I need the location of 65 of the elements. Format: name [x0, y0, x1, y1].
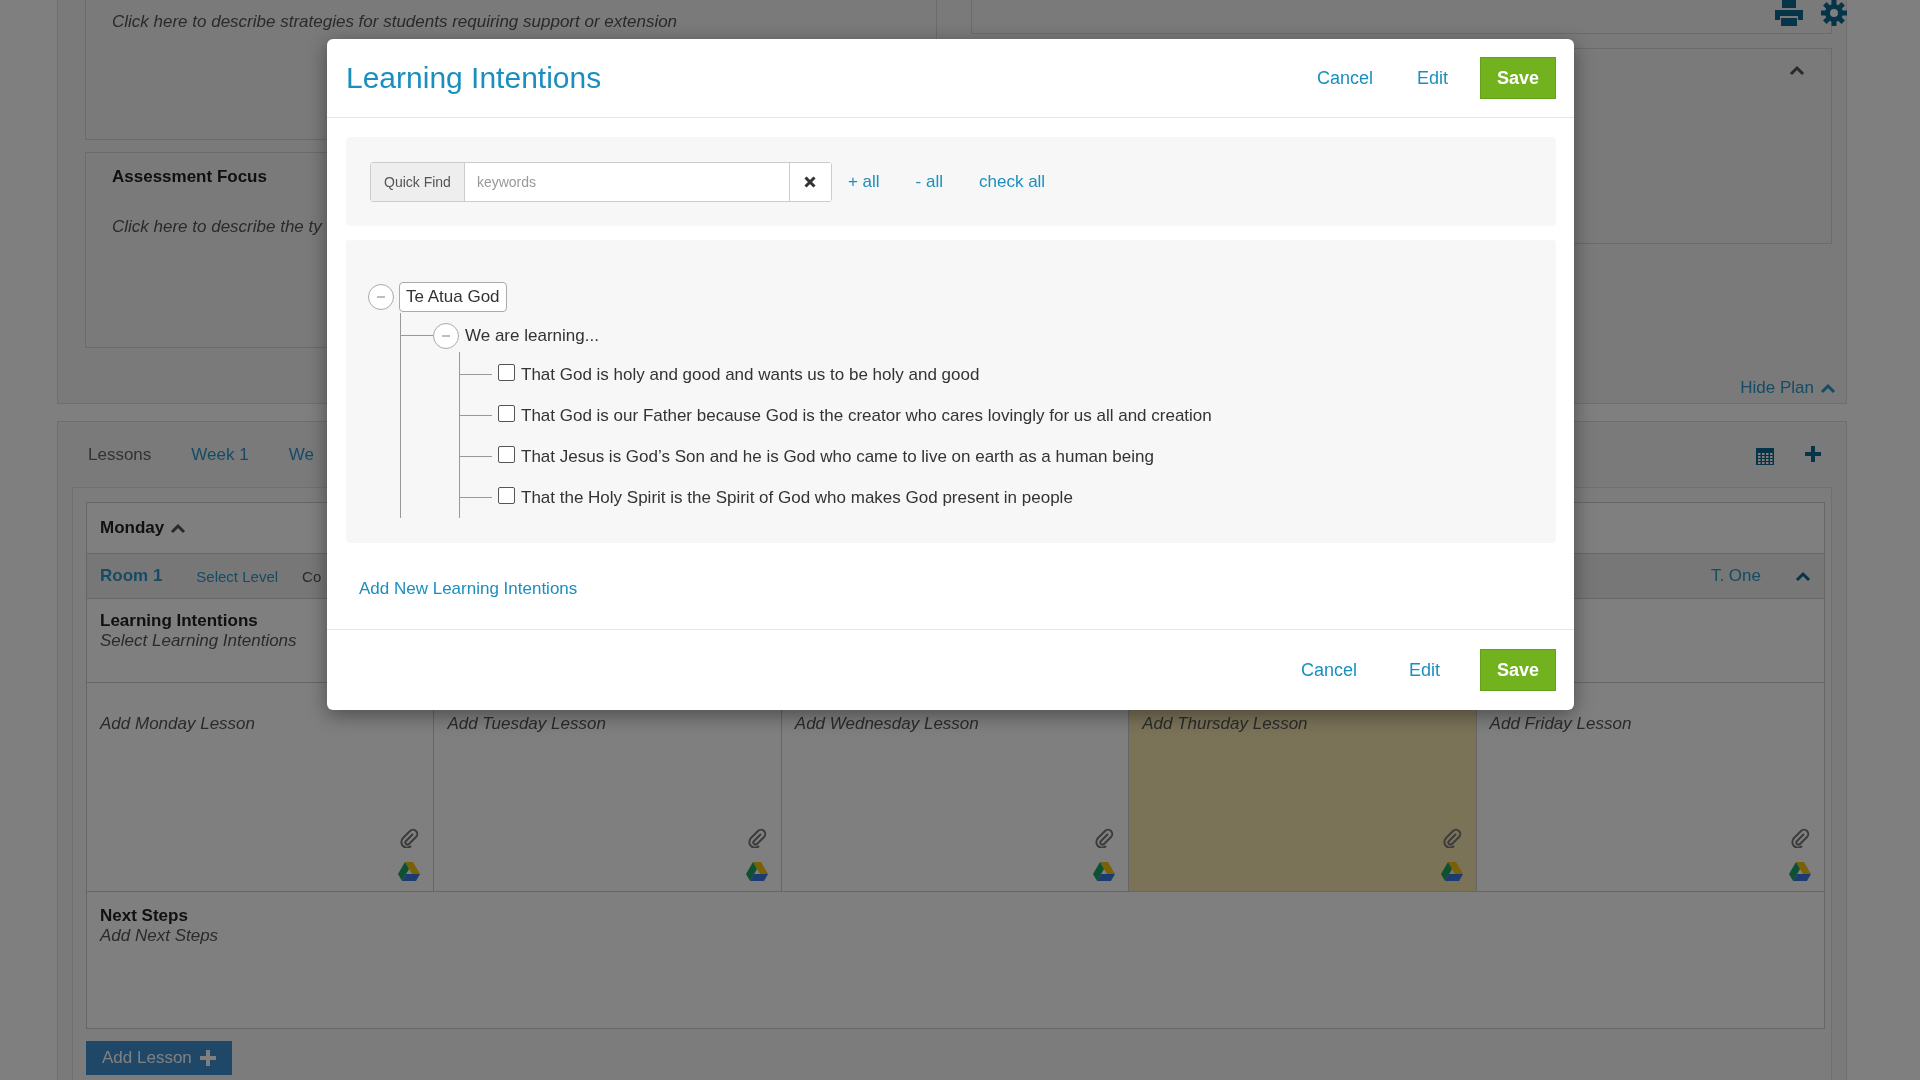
checkbox[interactable]	[498, 446, 515, 463]
drive-icon[interactable]	[1093, 862, 1116, 881]
save-button[interactable]: Save	[1479, 57, 1556, 99]
learning-intentions-placeholder[interactable]: Select Learning Intentions	[100, 631, 297, 651]
lesson-placeholder[interactable]: Add Monday Lesson	[100, 714, 255, 734]
add-lesson-button[interactable]: Add Lesson	[86, 1041, 232, 1075]
link-button[interactable]: Edit	[1404, 59, 1460, 97]
lesson-placeholder[interactable]: Add Thursday Lesson	[1142, 714, 1308, 734]
column-label: Co	[302, 567, 322, 585]
drive-icon[interactable]	[1789, 862, 1811, 881]
tree-category[interactable]: Te Atua God	[399, 281, 507, 312]
plus-icon	[199, 1050, 216, 1066]
link-button[interactable]: Cancel	[1304, 59, 1385, 97]
tab[interactable]: We	[288, 444, 314, 465]
search-field[interactable]: Quick Find keywords	[370, 161, 832, 202]
drive-icon[interactable]	[1440, 862, 1463, 881]
collapse-toggle[interactable]	[368, 283, 394, 310]
paperclip-icon[interactable]	[1790, 828, 1810, 848]
section-title: Next Steps	[100, 906, 188, 926]
assessment-placeholder[interactable]: Click here to describe the ty	[112, 217, 322, 237]
drive-icon[interactable]	[398, 862, 421, 881]
action-link[interactable]: + all	[847, 171, 880, 192]
tree-heading[interactable]: We are learning...	[465, 325, 599, 346]
select-level-link[interactable]: Select Level	[196, 567, 279, 585]
intention-label[interactable]: That God is holy and good and wants us to be holy and good	[521, 364, 980, 385]
dialog-title: Learning Intentions	[346, 61, 603, 95]
save-button[interactable]: Save	[1479, 649, 1556, 691]
settings-icon[interactable]	[1821, 0, 1847, 26]
paperclip-icon[interactable]	[1094, 828, 1115, 848]
strategies-placeholder[interactable]: Click here to describe strategies for students requiring support or extension	[112, 12, 678, 32]
paperclip-icon[interactable]	[1441, 828, 1462, 848]
add-intentions-link[interactable]: Add New Learning Intentions	[359, 579, 578, 599]
teacher-name: T. One	[1710, 566, 1761, 586]
quick-find-label: Quick Find	[371, 162, 465, 201]
caret-up-icon[interactable]	[1795, 570, 1811, 582]
checkbox[interactable]	[498, 487, 515, 504]
caret-up-icon[interactable]	[1820, 382, 1836, 394]
intention-label[interactable]: That Jesus is God’s Son and he is God who came to live on earth as a human being	[521, 446, 1154, 467]
next-steps-placeholder[interactable]: Add Next Steps	[100, 926, 219, 946]
action-link[interactable]: check all	[979, 171, 1046, 192]
close-icon	[804, 175, 817, 188]
checkbox[interactable]	[498, 364, 515, 381]
section-title: Assessment Focus	[112, 167, 267, 187]
checkbox[interactable]	[498, 405, 515, 422]
paperclip-icon[interactable]	[399, 828, 420, 848]
drive-icon[interactable]	[745, 862, 768, 881]
tab[interactable]: Lessons	[88, 444, 152, 465]
intention-label[interactable]: That the Holy Spirit is the Spirit of God who makes God present in people	[521, 487, 1073, 508]
day-title: Monday	[100, 518, 165, 538]
add-icon[interactable]	[1804, 444, 1822, 463]
hide-plan-button[interactable]: Hide Plan	[1734, 377, 1842, 399]
lesson-placeholder[interactable]: Add Friday Lesson	[1489, 714, 1632, 734]
lesson-placeholder[interactable]: Add Wednesday Lesson	[794, 714, 979, 734]
caret-up-icon[interactable]	[170, 522, 187, 534]
print-icon[interactable]	[1775, 0, 1803, 26]
paperclip-icon[interactable]	[746, 828, 767, 848]
tab[interactable]: Week 1	[191, 444, 249, 465]
lesson-placeholder[interactable]: Add Tuesday Lesson	[447, 714, 606, 734]
section-title: Learning Intentions	[100, 611, 258, 631]
clear-button[interactable]	[788, 162, 831, 201]
room-link[interactable]: Room 1	[100, 566, 163, 586]
intention-label[interactable]: That God is our Father because God is the creator who cares lovingly for us all and creation	[521, 405, 1212, 426]
caret-up-icon[interactable]	[1789, 65, 1805, 76]
collapse-toggle[interactable]	[433, 322, 459, 349]
action-link[interactable]: - all	[915, 171, 943, 192]
